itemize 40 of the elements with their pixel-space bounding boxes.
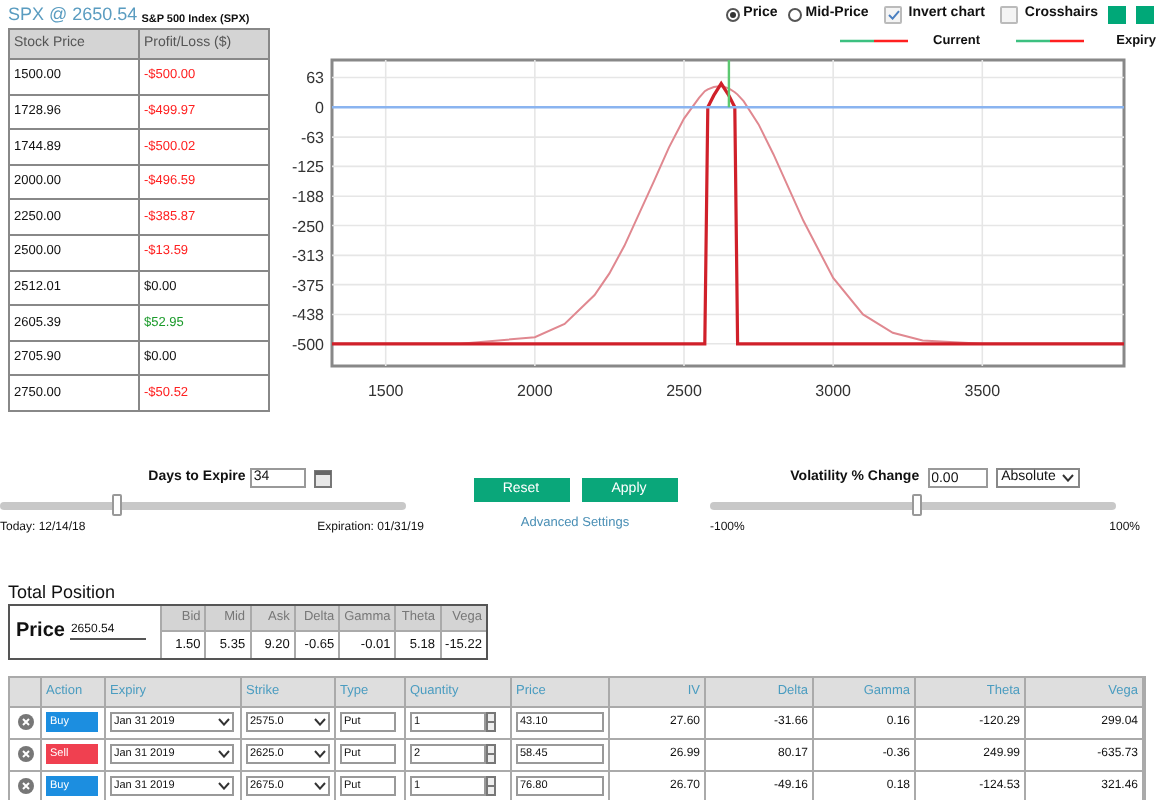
remove-icon[interactable]: [17, 714, 33, 731]
axis-tick-label: 63: [306, 69, 324, 88]
axis-tick-label: 2000: [517, 382, 553, 400]
axis-tick-label: 0: [315, 99, 324, 118]
total-position-title: Total Position: [8, 579, 118, 602]
legend-line-icon: [840, 38, 908, 44]
axis-tick-label: -188: [291, 188, 324, 207]
axis-tick-label: -250: [291, 217, 324, 236]
symbol-price: SPX @ 2650.54: [8, 1, 138, 27]
spinner-icon[interactable]: [486, 744, 496, 765]
spinner-icon[interactable]: [486, 712, 496, 733]
axis-tick-label: 3500: [964, 382, 1001, 400]
slider-thumb[interactable]: [911, 493, 922, 516]
remove-icon[interactable]: [17, 746, 33, 763]
axis-tick-label: -500: [291, 335, 324, 354]
spot-price-line: [727, 60, 731, 108]
axis-tick-label: 1500: [367, 382, 404, 400]
chevron-down-icon: [1061, 474, 1074, 483]
legend-line-icon: [1016, 38, 1084, 44]
chevron-down-icon: [314, 718, 326, 727]
axis-tick-label: -125: [291, 158, 324, 177]
axis-tick-label: 2500: [666, 382, 702, 400]
calendar-icon[interactable]: [313, 469, 332, 488]
axis-tick-label: -313: [291, 247, 324, 266]
axis-tick-label: -375: [291, 276, 324, 295]
chevron-down-icon: [314, 750, 326, 759]
chevron-down-icon: [314, 782, 326, 791]
slider-thumb[interactable]: [111, 493, 122, 516]
chevron-down-icon: [218, 718, 230, 727]
color-swatch[interactable]: [1108, 5, 1126, 23]
axis-tick-label: -438: [291, 306, 324, 325]
remove-icon[interactable]: [17, 778, 33, 795]
price-label: Price: [16, 618, 65, 647]
axis-tick-label: -63: [300, 129, 324, 148]
chevron-down-icon: [218, 782, 230, 791]
check-icon: [887, 9, 900, 19]
spinner-icon[interactable]: [486, 776, 496, 797]
axis-tick-label: 3000: [815, 382, 851, 400]
color-swatch[interactable]: [1136, 5, 1154, 23]
chevron-down-icon: [218, 750, 230, 759]
